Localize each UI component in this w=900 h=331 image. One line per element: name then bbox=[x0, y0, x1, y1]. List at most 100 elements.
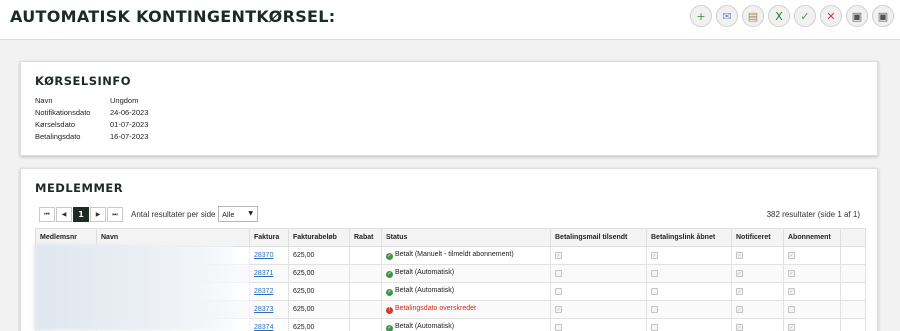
subscription-checkbox: ✓ bbox=[788, 251, 795, 259]
notified-checkbox: ✓ bbox=[736, 269, 743, 277]
payment-mail-checkbox: ✓ bbox=[555, 305, 562, 313]
invoice-amount-cell: 625,00 bbox=[288, 282, 350, 301]
check-button[interactable]: ✓ bbox=[794, 5, 816, 27]
invoice-link[interactable]: 28374 bbox=[254, 324, 273, 331]
info-label: Notifikationsdato bbox=[35, 108, 91, 117]
print-alt-button[interactable]: ▣ bbox=[872, 5, 894, 27]
status-cell: ! Betalingsdato overskredet bbox=[381, 300, 551, 319]
invoice-amount-cell: 625,00 bbox=[288, 264, 350, 283]
status-text: Betalingsdato overskredet bbox=[395, 305, 476, 312]
info-row-name: Navn Ungdom bbox=[35, 96, 138, 105]
col-header[interactable]: Betalingslink åbnet bbox=[646, 228, 732, 247]
mail-icon: ✉ bbox=[722, 9, 732, 23]
run-info-title: KØRSELSINFO bbox=[35, 74, 132, 88]
page-button-current[interactable]: 1 bbox=[73, 207, 89, 222]
notified-cell: ✓ bbox=[731, 246, 784, 265]
discount-cell bbox=[349, 282, 382, 301]
mail-button[interactable]: ✉ bbox=[716, 5, 738, 27]
status-text: Betalt (Automatisk) bbox=[395, 269, 455, 276]
payment-link-cell bbox=[646, 300, 732, 319]
run-info-card: KØRSELSINFO Navn Ungdom Notifikationsdato… bbox=[20, 61, 878, 156]
document-button[interactable]: ▤ bbox=[742, 5, 764, 27]
info-label: Navn bbox=[35, 96, 53, 105]
empty-cell bbox=[840, 246, 866, 265]
per-page-label: Antal resultater per side bbox=[131, 210, 216, 219]
col-header[interactable]: Rabat bbox=[349, 228, 382, 247]
notified-checkbox: ✓ bbox=[736, 323, 743, 331]
status-cell: ✓ Betalt (Manuelt - tilmeldt abonnement) bbox=[381, 246, 551, 265]
status-text: Betalt (Automatisk) bbox=[395, 287, 455, 294]
info-label: Betalingsdato bbox=[35, 132, 81, 141]
per-page-select[interactable]: Alle ▼ bbox=[218, 206, 258, 222]
excel-button[interactable]: X bbox=[768, 5, 790, 27]
payment-mail-checkbox bbox=[555, 323, 562, 331]
payment-link-checkbox: ✓ bbox=[651, 251, 658, 259]
invoice-amount-cell: 625,00 bbox=[288, 318, 350, 331]
discount-cell bbox=[349, 318, 382, 331]
top-bar: AUTOMATISK KONTINGENTKØRSEL: + ✉ ▤ X ✓ ✕ ▣ ▣ bbox=[0, 0, 900, 40]
invoice-cell: 28374 bbox=[249, 318, 289, 331]
invoice-cell: 28370 bbox=[249, 246, 289, 265]
payment-link-checkbox bbox=[651, 269, 658, 277]
col-header[interactable]: Fakturabeløb bbox=[288, 228, 350, 247]
invoice-link[interactable]: 28370 bbox=[254, 252, 273, 259]
add-button[interactable]: + bbox=[690, 5, 712, 27]
info-value: 01-07-2023 bbox=[110, 120, 149, 129]
notified-cell: ✓ bbox=[731, 264, 784, 283]
payment-link-checkbox bbox=[651, 323, 658, 331]
print-icon: ▣ bbox=[851, 9, 863, 23]
status-cell: ✓ Betalt (Automatisk) bbox=[381, 264, 551, 283]
info-row-notification-date: Notifikationsdato 24-06-2023 bbox=[35, 108, 148, 117]
empty-cell bbox=[840, 318, 866, 331]
col-header[interactable]: Status bbox=[381, 228, 551, 247]
chevron-down-icon: ▼ bbox=[248, 210, 253, 217]
invoice-link[interactable]: 28371 bbox=[254, 270, 273, 277]
close-button[interactable]: ✕ bbox=[820, 5, 842, 27]
subscription-checkbox: ✓ bbox=[788, 269, 795, 277]
payment-link-checkbox bbox=[651, 287, 658, 295]
invoice-cell: 28373 bbox=[249, 300, 289, 319]
document-icon: ▤ bbox=[747, 9, 759, 23]
action-toolbar: + ✉ ▤ X ✓ ✕ ▣ ▣ bbox=[690, 5, 894, 27]
print-button[interactable]: ▣ bbox=[846, 5, 868, 27]
invoice-cell: 28371 bbox=[249, 264, 289, 283]
col-header[interactable]: Betalingsmail tilsendt bbox=[550, 228, 647, 247]
subscription-cell: ✓ bbox=[783, 246, 841, 265]
status-cell: ✓ Betalt (Automatisk) bbox=[381, 318, 551, 331]
payment-mail-checkbox: ✓ bbox=[555, 251, 562, 259]
subscription-checkbox: ✓ bbox=[788, 287, 795, 295]
payment-link-cell: ✓ bbox=[646, 246, 732, 265]
info-value: Ungdom bbox=[110, 96, 139, 105]
subscription-checkbox: ✓ bbox=[788, 323, 795, 331]
info-value: 24-06-2023 bbox=[110, 108, 149, 117]
invoice-link[interactable]: 28373 bbox=[254, 306, 273, 313]
col-header[interactable]: Faktura bbox=[249, 228, 289, 247]
result-count: 382 resultater (side 1 af 1) bbox=[766, 210, 860, 219]
empty-cell bbox=[840, 264, 866, 283]
prev-page-button[interactable]: ◀ bbox=[56, 207, 72, 222]
notified-checkbox: ✓ bbox=[736, 251, 743, 259]
pagination: ⏮ ◀ 1 ▶ ⏭ bbox=[39, 207, 123, 222]
add-icon: + bbox=[696, 9, 706, 23]
first-page-button[interactable]: ⏮ bbox=[39, 207, 55, 222]
col-header[interactable]: Notificeret bbox=[731, 228, 784, 247]
check-circle-icon: ✓ bbox=[386, 271, 393, 278]
payment-mail-cell bbox=[550, 264, 647, 283]
payment-mail-cell bbox=[550, 282, 647, 301]
col-header[interactable]: Abonnement bbox=[783, 228, 841, 247]
next-page-button[interactable]: ▶ bbox=[90, 207, 106, 222]
subscription-cell: ✓ bbox=[783, 282, 841, 301]
last-page-button[interactable]: ⏭ bbox=[107, 207, 123, 222]
close-icon: ✕ bbox=[826, 9, 836, 23]
notified-cell: ✓ bbox=[731, 282, 784, 301]
print-alt-icon: ▣ bbox=[877, 9, 889, 23]
discount-cell bbox=[349, 264, 382, 283]
status-text: Betalt (Manuelt - tilmeldt abonnement) bbox=[395, 251, 514, 258]
notified-cell: ✓ bbox=[731, 300, 784, 319]
check-circle-icon: ✓ bbox=[386, 253, 393, 260]
payment-mail-checkbox bbox=[555, 287, 562, 295]
payment-mail-checkbox bbox=[555, 269, 562, 277]
invoice-link[interactable]: 28372 bbox=[254, 288, 273, 295]
payment-mail-cell bbox=[550, 318, 647, 331]
invoice-amount-cell: 625,00 bbox=[288, 246, 350, 265]
